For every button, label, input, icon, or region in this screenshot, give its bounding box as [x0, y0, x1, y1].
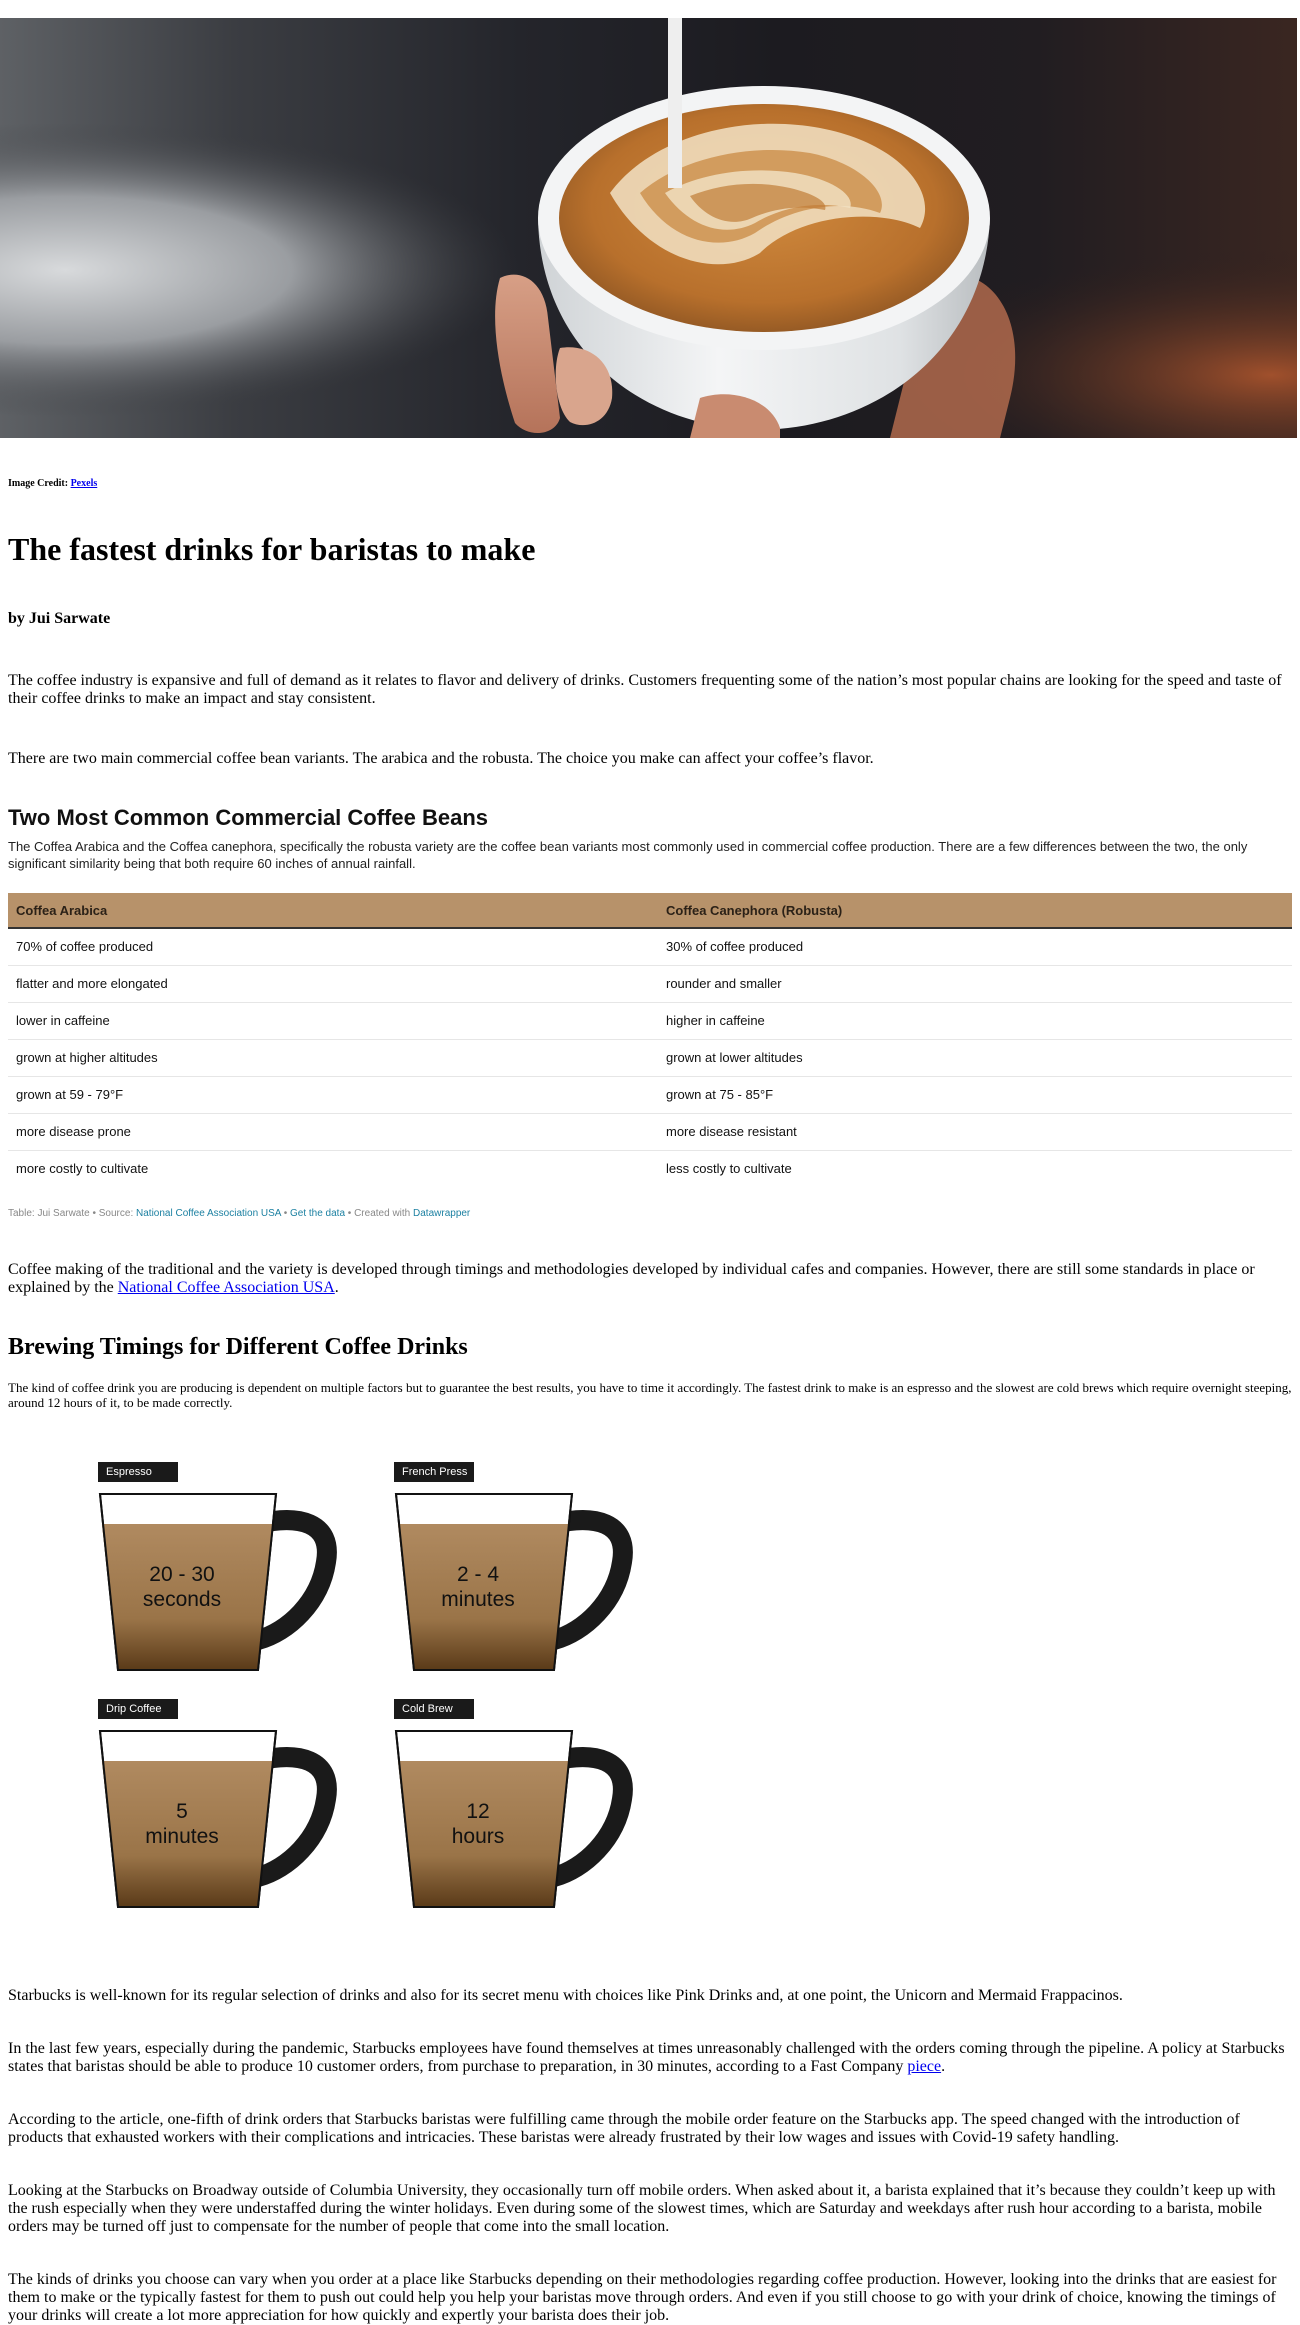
- brewing-section-title: Brewing Timings for Different Coffee Dri…: [8, 1334, 468, 1360]
- cup-label: Drip Coffee: [98, 1699, 178, 1719]
- paragraph-standards: Coffee making of the traditional and the…: [8, 1261, 1292, 1297]
- cup-time: 5 minutes: [98, 1799, 266, 1849]
- paragraph-intro: The coffee industry is expansive and ful…: [8, 672, 1282, 707]
- column-header-arabica[interactable]: Coffea Arabica: [8, 893, 658, 929]
- cup-time: 20 - 30 seconds: [98, 1562, 266, 1612]
- image-credit: Image Credit: Pexels: [8, 478, 1300, 489]
- cup-espresso: Espresso 20 - 30 seconds: [98, 1462, 338, 1687]
- cup-time: 12 hours: [394, 1799, 562, 1849]
- table-cell: less costly to cultivate: [666, 1161, 792, 1177]
- table-row: grown at 59 - 79°F grown at 75 - 85°F: [8, 1076, 1292, 1114]
- table-cell: flatter and more elongated: [8, 965, 658, 1003]
- byline: by Jui Sarwate: [8, 610, 111, 627]
- paragraph-starbucks-menu: Starbucks is well-known for its regular …: [8, 1987, 1123, 2004]
- table-row: more costly to cultivate less costly to …: [8, 1150, 1292, 1187]
- datawrapper-link[interactable]: Datawrapper: [413, 1208, 470, 1219]
- table-cell: grown at lower altitudes: [658, 1039, 1292, 1077]
- paragraph-mobile-orders: According to the article, one-fifth of d…: [8, 2111, 1240, 2146]
- table-cell: grown at higher altitudes: [8, 1039, 658, 1077]
- cup-label: Cold Brew: [394, 1699, 474, 1719]
- cup-time-unit: minutes: [441, 1588, 515, 1611]
- image-credit-link[interactable]: Pexels: [71, 478, 98, 489]
- table-notes: Table: Jui Sarwate • Source: National Co…: [8, 1208, 1300, 1219]
- beans-table-title: Two Most Common Commercial Coffee Beans: [8, 805, 488, 830]
- image-credit-label: Image Credit:: [8, 478, 69, 489]
- table-cell: more disease prone: [8, 1113, 658, 1151]
- table-cell: grown at 75 - 85°F: [658, 1076, 1292, 1114]
- cup-time: 2 - 4 minutes: [394, 1562, 562, 1612]
- table-cell: 70% of coffee produced: [8, 928, 658, 966]
- source-link[interactable]: National Coffee Association USA: [136, 1208, 281, 1219]
- column-header-robusta[interactable]: Coffea Canephora (Robusta): [658, 893, 1292, 929]
- cup-time-unit: minutes: [145, 1825, 219, 1848]
- hero-image: [0, 18, 1297, 438]
- get-data-link[interactable]: Get the data: [290, 1208, 345, 1219]
- table-header-row: Coffea Arabica Coffea Canephora (Robusta…: [8, 893, 1292, 929]
- table-notes-prefix: Table: Jui Sarwate • Source:: [8, 1208, 137, 1219]
- table-row: lower in caffeine higher in caffeine: [8, 1002, 1292, 1040]
- table-cell: more disease resistant: [658, 1113, 1292, 1151]
- brewing-section-description: The kind of coffee drink you are produci…: [8, 1380, 1292, 1410]
- table-notes-created: • Created with: [345, 1208, 414, 1219]
- table-cell: grown at 59 - 79°F: [8, 1076, 658, 1114]
- cup-drip-coffee: Drip Coffee 5 minutes: [98, 1699, 338, 1924]
- cup-label: French Press: [394, 1462, 474, 1482]
- article-title: The fastest drinks for baristas to make: [8, 531, 536, 567]
- cup-french-press: French Press 2 - 4 minutes: [394, 1462, 634, 1687]
- paragraph-policy-text: In the last few years, especially during…: [8, 2040, 1285, 2075]
- paragraph-conclusion: The kinds of drinks you choose can vary …: [8, 2271, 1277, 2324]
- table-row: 70% of coffee produced 30% of coffee pro…: [8, 928, 1292, 966]
- fast-company-link[interactable]: piece: [907, 2058, 941, 2075]
- table-cell: 30% of coffee produced: [658, 928, 1292, 966]
- table-cell: rounder and smaller: [658, 965, 1292, 1003]
- brewing-timings-graphic: Espresso 20 - 30 seconds French Press 2 …: [0, 1462, 1300, 1932]
- table-cell: more costly to cultivate: [16, 1161, 149, 1177]
- cup-time-value: 12: [466, 1800, 490, 1823]
- paragraph-starbucks-policy: In the last few years, especially during…: [8, 2040, 1292, 2076]
- paragraph-broadway-store: Looking at the Starbucks on Broadway out…: [8, 2182, 1276, 2235]
- table-notes-sep: •: [280, 1208, 290, 1219]
- beans-table-description: The Coffea Arabica and the Coffea caneph…: [8, 839, 1248, 871]
- nca-link[interactable]: National Coffee Association USA: [118, 1279, 335, 1296]
- cup-time-value: 20 - 30: [149, 1563, 215, 1586]
- table-cell: lower in caffeine: [8, 1002, 658, 1040]
- beans-table: Coffea Arabica Coffea Canephora (Robusta…: [8, 893, 1292, 1187]
- paragraph-standards-end: .: [334, 1279, 339, 1296]
- cup-label: Espresso: [98, 1462, 178, 1482]
- cup-time-value: 5: [176, 1800, 188, 1823]
- table-cell: higher in caffeine: [658, 1002, 1292, 1040]
- cup-time-unit: seconds: [142, 1588, 222, 1611]
- table-row: flatter and more elongated rounder and s…: [8, 965, 1292, 1003]
- cup-time-value: 2 - 4: [456, 1563, 500, 1586]
- paragraph-bean-variants: There are two main commercial coffee bea…: [8, 750, 874, 767]
- table-row: more disease prone more disease resistan…: [8, 1113, 1292, 1151]
- cup-cold-brew: Cold Brew 12 hours: [394, 1699, 634, 1924]
- table-row: grown at higher altitudes grown at lower…: [8, 1039, 1292, 1077]
- latte-art-photo: [0, 18, 1297, 438]
- cup-time-unit: hours: [451, 1825, 505, 1848]
- paragraph-policy-end: .: [941, 2058, 946, 2075]
